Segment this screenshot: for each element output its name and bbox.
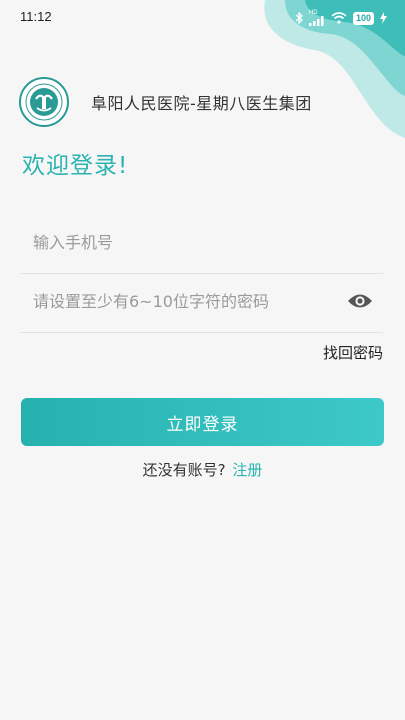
phone-input[interactable]	[33, 213, 343, 271]
welcome-title: 欢迎登录!	[22, 153, 129, 179]
password-input[interactable]	[33, 272, 343, 330]
wifi-icon	[331, 12, 347, 24]
hospital-header: 阜阳人民医院-星期八医生集团	[19, 76, 389, 128]
forgot-password-link[interactable]: 找回密码	[323, 342, 383, 363]
status-time: 11:12	[20, 9, 52, 24]
password-field-container	[21, 272, 383, 333]
eye-icon[interactable]	[347, 291, 373, 311]
register-prompt: 还没有账号?	[142, 461, 226, 479]
charging-icon	[380, 12, 387, 24]
phone-field-container	[21, 213, 383, 274]
battery-icon: 100	[352, 11, 374, 25]
status-icons: HD 100	[295, 10, 387, 26]
hospital-logo	[19, 77, 69, 127]
register-row: 还没有账号? 注册	[0, 459, 405, 480]
bluetooth-icon	[295, 12, 303, 24]
status-bar: 11:12 HD 100	[0, 0, 405, 36]
signal-icon: HD	[308, 10, 325, 26]
login-button[interactable]: 立即登录	[21, 398, 384, 446]
login-screen: 11:12 HD 100 阜阳人民医院-星期八医生集团 欢迎登录! 输入手机号 …	[0, 0, 405, 720]
hospital-name: 阜阳人民医院-星期八医生集团	[91, 94, 312, 113]
register-link[interactable]: 注册	[232, 461, 262, 479]
